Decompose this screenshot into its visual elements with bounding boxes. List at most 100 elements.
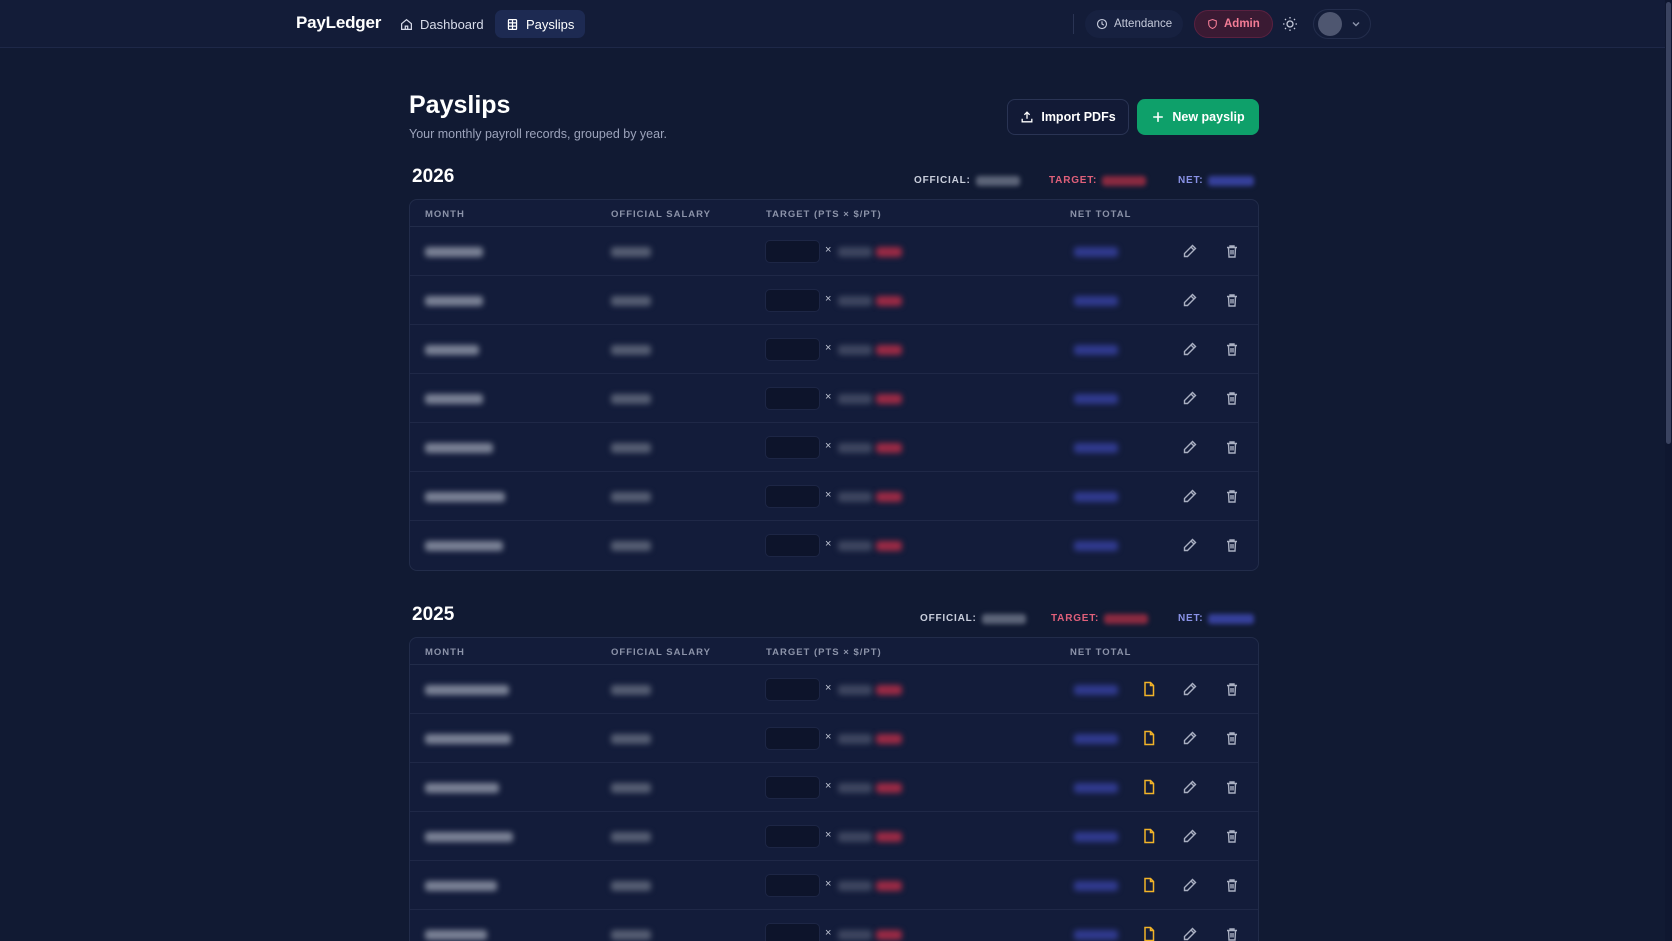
net-total-cell-redacted xyxy=(1074,930,1118,940)
delete-trash-icon[interactable] xyxy=(1224,243,1240,259)
col-net-total: NET TOTAL xyxy=(1070,647,1132,658)
edit-pencil-icon[interactable] xyxy=(1182,488,1198,504)
nav-dashboard[interactable]: Dashboard xyxy=(389,10,495,38)
edit-pencil-icon[interactable] xyxy=(1182,537,1198,553)
delete-trash-icon[interactable] xyxy=(1224,828,1240,844)
month-cell-redacted xyxy=(425,881,497,891)
new-payslip-button[interactable]: New payslip xyxy=(1137,99,1259,135)
theme-toggle-sun-icon[interactable] xyxy=(1281,15,1299,33)
rate-cell-redacted xyxy=(838,247,872,257)
year-total-official: OFFICIAL: xyxy=(914,175,1020,186)
points-input[interactable] xyxy=(765,874,820,897)
delete-trash-icon[interactable] xyxy=(1224,292,1240,308)
pdf-document-icon[interactable] xyxy=(1141,926,1157,941)
edit-pencil-icon[interactable] xyxy=(1182,730,1198,746)
receipt-icon xyxy=(507,18,518,30)
edit-pencil-icon[interactable] xyxy=(1182,390,1198,406)
nav-payslips[interactable]: Payslips xyxy=(495,10,586,38)
edit-pencil-icon[interactable] xyxy=(1182,926,1198,941)
target-cell-redacted xyxy=(876,247,902,257)
table-row[interactable]: × xyxy=(410,861,1258,910)
table-row[interactable]: × xyxy=(410,521,1258,570)
month-cell-redacted xyxy=(425,443,493,453)
table-body: × × × × × × xyxy=(410,665,1258,941)
official-total-value-redacted xyxy=(981,613,1026,624)
table-row[interactable]: × xyxy=(410,472,1258,521)
chevron-down-icon xyxy=(1352,22,1360,27)
delete-trash-icon[interactable] xyxy=(1224,681,1240,697)
delete-trash-icon[interactable] xyxy=(1224,926,1240,941)
pdf-document-icon[interactable] xyxy=(1141,877,1157,893)
table-row[interactable]: × xyxy=(410,423,1258,472)
pdf-document-icon[interactable] xyxy=(1141,681,1157,697)
rate-cell-redacted xyxy=(838,881,872,891)
table-row[interactable]: × xyxy=(410,665,1258,714)
delete-trash-icon[interactable] xyxy=(1224,877,1240,893)
table-row[interactable]: × xyxy=(410,812,1258,861)
points-input[interactable] xyxy=(765,678,820,701)
edit-pencil-icon[interactable] xyxy=(1182,439,1198,455)
rate-cell-redacted xyxy=(838,492,872,502)
target-cell-redacted xyxy=(876,394,902,404)
points-input[interactable] xyxy=(765,727,820,750)
points-input[interactable] xyxy=(765,485,820,508)
net-total-cell-redacted xyxy=(1074,881,1118,891)
times-symbol: × xyxy=(825,538,832,550)
rate-cell-redacted xyxy=(838,394,872,404)
table-row[interactable]: × xyxy=(410,276,1258,325)
col-official-salary: OFFICIAL SALARY xyxy=(611,209,711,220)
edit-pencil-icon[interactable] xyxy=(1182,828,1198,844)
points-input[interactable] xyxy=(765,825,820,848)
official-salary-cell-redacted xyxy=(611,443,651,453)
net-total-label: NET: xyxy=(1178,175,1204,186)
table-row[interactable]: × xyxy=(410,910,1258,941)
times-symbol: × xyxy=(825,829,832,841)
payslip-table-2025: MONTH OFFICIAL SALARY TARGET (PTS × $/PT… xyxy=(409,637,1259,941)
points-input[interactable] xyxy=(765,289,820,312)
month-cell-redacted xyxy=(425,296,483,306)
pdf-document-icon[interactable] xyxy=(1141,779,1157,795)
table-row[interactable]: × xyxy=(410,325,1258,374)
delete-trash-icon[interactable] xyxy=(1224,779,1240,795)
table-row[interactable]: × xyxy=(410,374,1258,423)
pdf-document-icon[interactable] xyxy=(1141,828,1157,844)
delete-trash-icon[interactable] xyxy=(1224,488,1240,504)
points-input[interactable] xyxy=(765,776,820,799)
brand-logo[interactable]: PayLedger xyxy=(296,13,381,33)
times-symbol: × xyxy=(825,489,832,501)
delete-trash-icon[interactable] xyxy=(1224,730,1240,746)
pdf-document-icon[interactable] xyxy=(1141,730,1157,746)
import-pdfs-button[interactable]: Import PDFs xyxy=(1007,99,1129,135)
attendance-button[interactable]: Attendance xyxy=(1085,10,1184,38)
table-row[interactable]: × xyxy=(410,714,1258,763)
table-row[interactable]: × xyxy=(410,763,1258,812)
edit-pencil-icon[interactable] xyxy=(1182,681,1198,697)
target-cell-redacted xyxy=(876,443,902,453)
points-input[interactable] xyxy=(765,338,820,361)
top-navbar: PayLedger Dashboard Payslips Attendance … xyxy=(0,0,1672,48)
delete-trash-icon[interactable] xyxy=(1224,341,1240,357)
user-menu-button[interactable] xyxy=(1313,9,1371,39)
page-scrollbar[interactable] xyxy=(1665,0,1672,941)
edit-pencil-icon[interactable] xyxy=(1182,779,1198,795)
table-row[interactable]: × xyxy=(410,227,1258,276)
points-input[interactable] xyxy=(765,923,820,941)
rate-cell-redacted xyxy=(838,541,872,551)
month-cell-redacted xyxy=(425,783,499,793)
edit-pencil-icon[interactable] xyxy=(1182,877,1198,893)
delete-trash-icon[interactable] xyxy=(1224,439,1240,455)
edit-pencil-icon[interactable] xyxy=(1182,341,1198,357)
delete-trash-icon[interactable] xyxy=(1224,537,1240,553)
edit-pencil-icon[interactable] xyxy=(1182,292,1198,308)
target-cell-redacted xyxy=(876,345,902,355)
year-total-official: OFFICIAL: xyxy=(920,613,1026,624)
points-input[interactable] xyxy=(765,436,820,459)
delete-trash-icon[interactable] xyxy=(1224,390,1240,406)
points-input[interactable] xyxy=(765,387,820,410)
admin-badge-button[interactable]: Admin xyxy=(1194,10,1273,38)
points-input[interactable] xyxy=(765,534,820,557)
edit-pencil-icon[interactable] xyxy=(1182,243,1198,259)
target-cell-redacted xyxy=(876,685,902,695)
scrollbar-thumb[interactable] xyxy=(1666,2,1671,444)
points-input[interactable] xyxy=(765,240,820,263)
